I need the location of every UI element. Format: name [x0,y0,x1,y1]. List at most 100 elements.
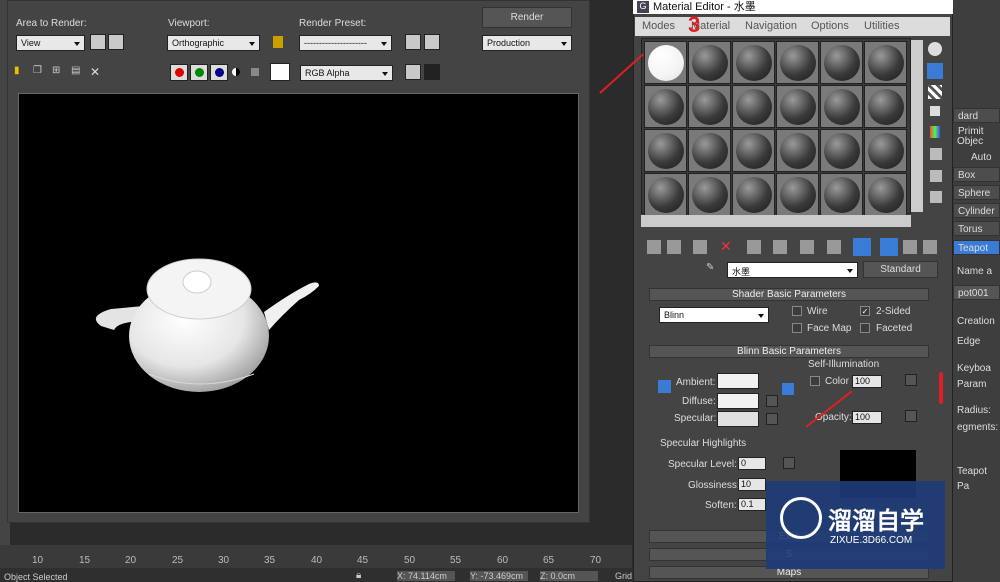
blue-channel-button[interactable] [210,64,228,81]
specular-level-spinner[interactable]: 0 [738,457,766,470]
glossiness-spinner[interactable]: 10 [738,478,766,491]
sample-type-icon[interactable] [928,42,942,56]
save-image-icon[interactable]: ▮ [14,65,30,81]
specular-level-map-button[interactable] [783,457,795,469]
backlight-icon[interactable] [927,63,943,79]
render-preset-select[interactable]: --------------------- [299,35,392,51]
reset-map-icon[interactable]: ✕ [720,238,734,254]
show-end-result-icon[interactable] [853,238,871,256]
material-slot[interactable] [820,173,863,216]
eyedropper-icon[interactable]: ✎ [706,262,720,276]
material-slot[interactable] [732,41,775,84]
render-setup-icon[interactable] [405,34,421,50]
sphere-button[interactable]: Sphere [953,185,1000,200]
torus-button[interactable]: Torus [953,221,1000,236]
make-preview-icon[interactable] [930,148,942,160]
alpha-channel-icon[interactable] [232,68,240,76]
make-unique-icon[interactable] [747,240,761,254]
self-illum-map-button[interactable] [905,374,917,386]
environment-icon[interactable] [424,34,440,50]
material-slot[interactable] [688,41,731,84]
two-sided-checkbox[interactable]: ✓ [860,306,870,316]
material-slot[interactable] [864,173,907,216]
material-slot[interactable] [864,85,907,128]
select-by-material-icon[interactable] [930,191,942,203]
z-coordinate-field[interactable]: Z: 0.0cm [540,571,598,581]
assign-to-selection-icon[interactable] [693,240,707,254]
lock-icon[interactable] [273,36,283,48]
diffuse-color-swatch[interactable] [717,393,759,409]
print-icon[interactable]: ▤ [71,65,87,81]
material-slot[interactable] [820,41,863,84]
y-coordinate-field[interactable]: Y: -73.469cm [470,571,528,581]
material-slot[interactable] [820,129,863,172]
clone-frame-icon[interactable]: ⊞ [52,65,68,81]
specular-map-button[interactable] [766,413,778,425]
put-to-library-icon[interactable] [773,240,787,254]
self-illum-spinner[interactable]: 100 [852,375,882,388]
faceted-checkbox[interactable] [860,323,870,333]
area-to-render-select[interactable]: View [16,35,85,51]
material-slot[interactable] [644,129,687,172]
specular-color-swatch[interactable] [717,411,759,427]
material-slot[interactable] [864,129,907,172]
material-slot[interactable] [732,173,775,216]
material-slot[interactable] [864,41,907,84]
render-button[interactable]: Render [482,7,572,28]
material-slot[interactable] [820,85,863,128]
toggle-ui-icon[interactable] [424,64,440,80]
box-button[interactable]: Box [953,167,1000,182]
menu-navigation[interactable]: Navigation [745,20,797,32]
menu-utilities[interactable]: Utilities [864,20,899,32]
self-illum-color-checkbox[interactable] [810,376,820,386]
put-to-scene-icon[interactable] [667,240,681,254]
material-name-field[interactable]: 水墨 [727,262,858,278]
lock-diffuse-map-icon[interactable] [782,383,794,395]
material-id-channel-icon[interactable] [800,240,814,254]
go-forward-sibling-icon[interactable] [903,240,917,254]
auto-region-icon[interactable] [108,34,124,50]
ambient-color-swatch[interactable] [717,373,759,389]
diffuse-map-button[interactable] [766,395,778,407]
material-slot[interactable] [644,173,687,216]
slot-grid-scrollbar[interactable] [911,40,923,212]
color-swatch[interactable] [270,63,290,81]
material-slot[interactable] [776,173,819,216]
opacity-spinner[interactable]: 100 [852,411,882,424]
shader-basic-parameters-rollout[interactable]: Shader Basic Parameters [649,288,929,301]
red-channel-button[interactable] [170,64,188,81]
shader-type-select[interactable]: Blinn [659,307,769,323]
object-category-select[interactable]: dard Primit [953,108,1000,137]
material-slot[interactable] [776,41,819,84]
material-type-button[interactable]: Standard [863,261,938,278]
material-slot[interactable] [688,129,731,172]
copy-image-icon[interactable]: ❐ [33,65,49,81]
teapot-button[interactable]: Teapot [953,240,1000,255]
display-channel-select[interactable]: RGB Alpha [300,65,393,81]
material-slot[interactable] [732,129,775,172]
menu-options[interactable]: Options [811,20,849,32]
wire-checkbox[interactable] [792,306,802,316]
background-icon[interactable] [928,85,942,99]
production-select[interactable]: Production [482,35,572,51]
cylinder-button[interactable]: Cylinder [953,203,1000,218]
object-name-field[interactable]: pot001 [953,285,1000,300]
sample-uv-tiling-icon[interactable] [930,106,940,116]
x-coordinate-field[interactable]: X: 74.114cm [397,571,455,581]
clear-icon[interactable]: ✕ [90,65,106,81]
material-slot[interactable] [688,85,731,128]
material-slot[interactable] [776,85,819,128]
viewport-select[interactable]: Orthographic [167,35,260,51]
autogrid-checkbox[interactable]: Auto [953,150,1000,165]
face-map-checkbox[interactable] [792,323,802,333]
material-slot[interactable] [732,85,775,128]
opacity-map-button[interactable] [905,410,917,422]
get-material-icon[interactable] [647,240,661,254]
slot-grid-hscrollbar[interactable] [641,215,911,227]
go-to-parent-icon[interactable] [880,238,898,256]
toggle-ui-overlay-icon[interactable] [405,64,421,80]
blinn-basic-parameters-rollout[interactable]: Blinn Basic Parameters [649,345,929,358]
edge-radio[interactable]: Edge [953,334,1000,349]
edit-region-icon[interactable] [90,34,106,50]
lock-ambient-diffuse-icon[interactable] [658,380,671,393]
